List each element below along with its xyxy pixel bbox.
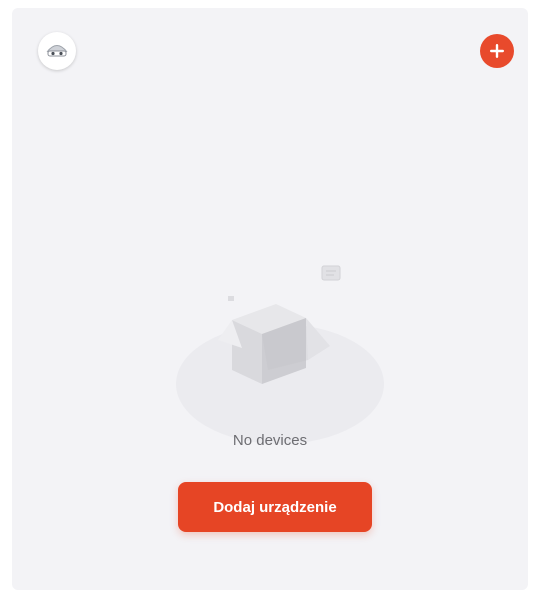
add-device-top-button[interactable]	[480, 34, 514, 68]
empty-box-icon	[176, 265, 384, 444]
plus-icon	[490, 44, 504, 58]
avatar[interactable]	[38, 32, 76, 70]
empty-state-message: No devices	[232, 432, 308, 449]
app-screen: No devices Dodaj urządzenie	[12, 8, 528, 590]
add-device-button[interactable]: Dodaj urządzenie	[178, 482, 372, 532]
user-avatar-icon	[46, 45, 68, 57]
